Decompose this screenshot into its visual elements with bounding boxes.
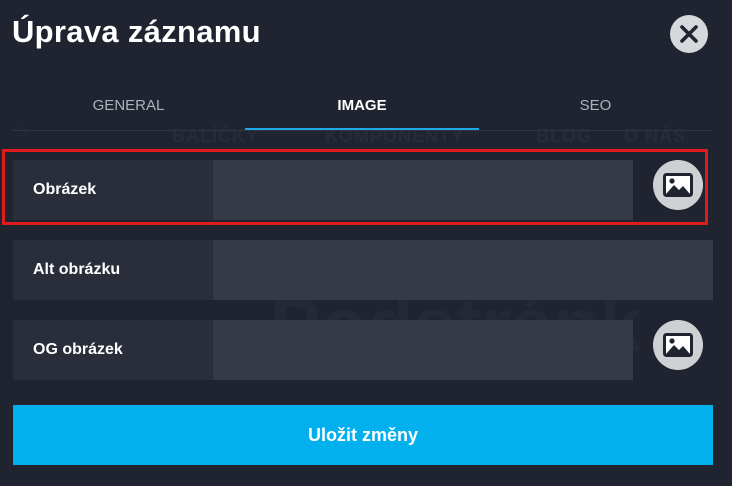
- alt-input[interactable]: [213, 240, 713, 300]
- image-icon: [663, 173, 693, 197]
- og-image-field-row: OG obrázek: [13, 320, 713, 380]
- image-input[interactable]: [213, 160, 633, 220]
- tab-general[interactable]: GENERAL: [12, 90, 245, 128]
- alt-field-row: Alt obrázku: [13, 240, 713, 300]
- image-field-label: Obrázek: [13, 160, 213, 220]
- tab-image[interactable]: IMAGE: [245, 90, 479, 130]
- modal-title: Úprava záznamu: [12, 14, 261, 49]
- alt-field-label: Alt obrázku: [13, 240, 213, 300]
- edit-record-modal: ⌂ BALÍČKY KOMPONENTY BLOG O NÁS Podstrán…: [0, 0, 732, 486]
- save-changes-button[interactable]: Uložit změny: [13, 405, 713, 465]
- image-field-row: Obrázek: [13, 160, 713, 220]
- og-image-input[interactable]: [213, 320, 633, 380]
- og-image-picker-button[interactable]: [653, 320, 703, 370]
- image-picker-button[interactable]: [653, 160, 703, 210]
- og-image-field-label: OG obrázek: [13, 320, 213, 380]
- image-icon: [663, 333, 693, 357]
- close-button[interactable]: [670, 15, 708, 53]
- tab-bar: GENERAL IMAGE SEO: [12, 90, 712, 131]
- close-icon: [680, 25, 698, 43]
- tab-seo[interactable]: SEO: [479, 90, 712, 128]
